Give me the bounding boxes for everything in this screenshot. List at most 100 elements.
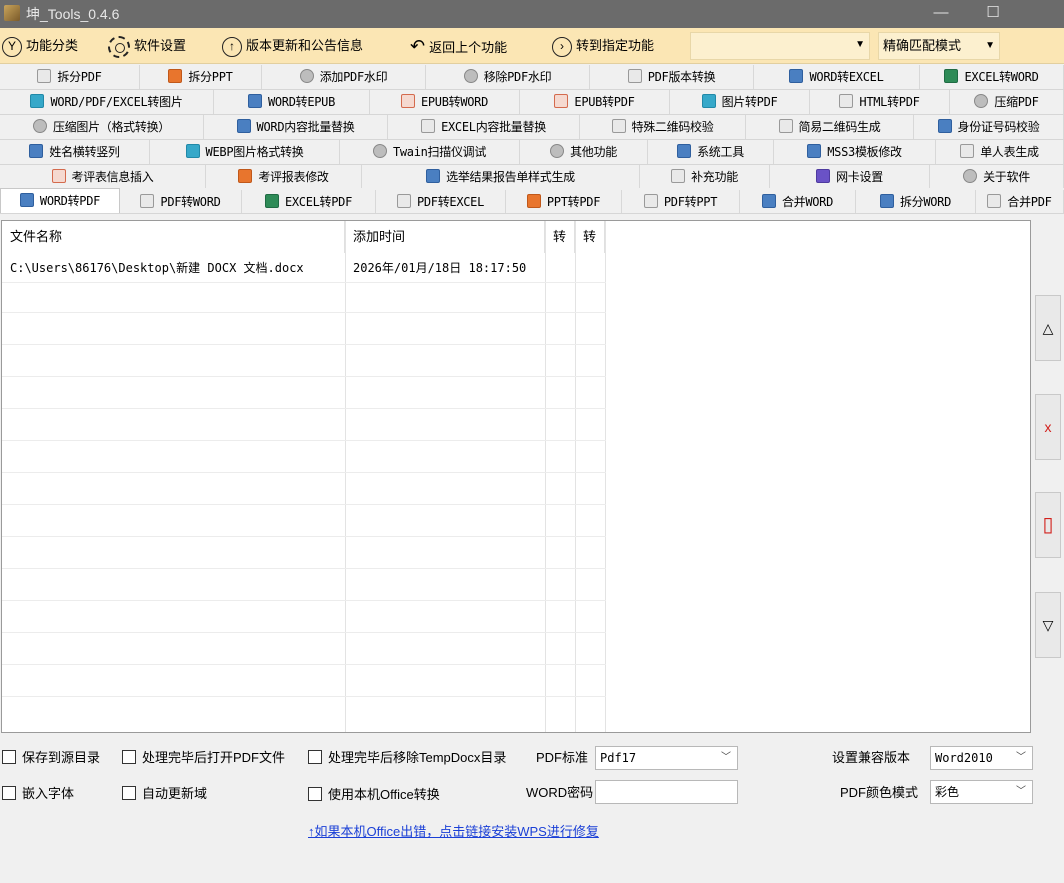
tab-election-report[interactable]: 选举结果报告单样式生成 [362,165,640,189]
tab-row-6: WORD转PDF PDF转WORD EXCEL转PDF PDF转EXCEL PP… [0,188,1064,214]
tab-epub-to-word[interactable]: EPUB转WORD [370,90,520,114]
table-row [2,475,606,505]
tab-id-number-check[interactable]: 身份证号码校验 [914,115,1064,139]
tab-word-batch-replace[interactable]: WORD内容批量替换 [204,115,388,139]
checkbox-box[interactable] [308,750,322,764]
tab-split-word[interactable]: 拆分WORD [856,190,976,213]
column-header-filename[interactable]: 文件名称 [2,221,345,253]
settings-button[interactable]: 软件设置 [108,34,186,58]
remove-button[interactable]: x [1035,394,1061,460]
tab-excel-to-word[interactable]: EXCEL转WORD [920,65,1064,89]
tab-about[interactable]: 关于软件 [930,165,1064,189]
tab-pdf-to-ppt[interactable]: PDF转PPT [622,190,740,213]
tab-other-functions[interactable]: 其他功能 [520,140,648,164]
chevron-down-icon[interactable]: ▼ [985,33,995,59]
table-row [2,635,606,665]
tab-twain-scanner[interactable]: Twain扫描仪调试 [340,140,520,164]
file-list-grid[interactable]: 文件名称 添加时间 转 转 C:\Users\86176\Desktop\新建 … [1,220,1031,733]
tab-mss3-template[interactable]: MSS3模板修改 [774,140,936,164]
tab-name-horizontal-to-vertical[interactable]: 姓名横转竖列 [0,140,150,164]
table-row[interactable]: C:\Users\86176\Desktop\新建 DOCX 文档.docx 2… [2,253,606,283]
chevron-down-icon[interactable]: ▼ [855,39,865,50]
tab-webp-convert[interactable]: WEBP图片格式转换 [150,140,340,164]
minimize-button[interactable]: — [928,2,954,24]
column-header-added-time[interactable]: 添加时间 [345,221,545,253]
tab-compress-pdf[interactable]: 压缩PDF [950,90,1064,114]
tab-add-pdf-watermark[interactable]: 添加PDF水印 [262,65,426,89]
compat-version-select[interactable]: Word2010 ﹀ [930,746,1033,770]
move-up-button[interactable]: △ [1035,295,1061,361]
remove-tempdocx-checkbox[interactable]: 处理完毕后移除TempDocx目录 [308,748,506,768]
window-title: 坤_Tools_0.4.6 [26,6,120,22]
tab-supplementary[interactable]: 补充功能 [640,165,770,189]
checkbox-box[interactable] [2,750,16,764]
word-password-input[interactable] [595,780,738,804]
tab-word-to-pdf[interactable]: WORD转PDF [0,188,120,213]
checkbox-box[interactable] [122,750,136,764]
tab-merge-pdf[interactable]: 合并PDF [976,190,1064,213]
checkbox-box[interactable] [122,786,136,800]
image-icon [30,94,45,108]
tab-system-tools[interactable]: 系统工具 [648,140,774,164]
word-file-icon [247,94,262,108]
tab-split-ppt[interactable]: 拆分PPT [140,65,262,89]
goto-button[interactable]: › 转到指定功能 [552,34,654,58]
pdf-file-icon [627,69,642,83]
match-mode-select[interactable]: 精确匹配模式 ▼ [878,32,1000,60]
tab-pdf-to-word[interactable]: PDF转WORD [120,190,242,213]
pdf-file-icon [37,69,52,83]
open-pdf-after-checkbox[interactable]: 处理完毕后打开PDF文件 [122,748,285,768]
tab-html-to-pdf[interactable]: HTML转PDF [810,90,950,114]
maximize-button[interactable]: ☐ [980,2,1006,24]
network-icon [816,169,831,183]
pdf-standard-select[interactable]: Pdf17 ﹀ [595,746,738,770]
column-header-convert-1[interactable]: 转 [545,221,575,253]
tab-ppt-to-pdf[interactable]: PPT转PDF [506,190,622,213]
auto-update-fields-checkbox[interactable]: 自动更新域 [122,784,207,804]
category-button[interactable]: Y 功能分类 [2,34,78,58]
back-label: 返回上个功能 [429,40,508,55]
tab-single-table[interactable]: 单人表生成 [936,140,1064,164]
clear-button[interactable]: ▯ [1035,492,1061,558]
tab-evaluation-insert[interactable]: 考评表信息插入 [0,165,206,189]
triangle-up-icon: △ [1042,320,1054,336]
tab-special-qrcode-check[interactable]: 特殊二维码校验 [580,115,746,139]
embed-fonts-checkbox[interactable]: 嵌入字体 [2,784,74,804]
scan-icon [611,119,626,133]
tab-excel-to-pdf[interactable]: EXCEL转PDF [242,190,376,213]
tab-simple-qrcode[interactable]: 简易二维码生成 [746,115,914,139]
tab-pdf-to-excel[interactable]: PDF转EXCEL [376,190,506,213]
use-local-office-checkbox[interactable]: 使用本机Office转换 [308,785,440,805]
form-icon [51,169,66,183]
tab-pdf-version[interactable]: PDF版本转换 [590,65,754,89]
tab-row-2: WORD/PDF/EXCEL转图片 WORD转EPUB EPUB转WORD EP… [0,90,1064,115]
checkbox-box[interactable] [2,786,16,800]
tab-word-to-excel[interactable]: WORD转EXCEL [754,65,920,89]
save-to-source-checkbox[interactable]: 保存到源目录 [2,748,100,768]
more-icon [550,144,565,158]
install-wps-repair-link[interactable]: ↑如果本机Office出错，点击链接安装WPS进行修复 [308,821,599,840]
checkbox-box[interactable] [308,787,322,801]
column-header-convert-2[interactable]: 转 [575,221,605,253]
tab-compress-image[interactable]: 压缩图片（格式转换） [0,115,204,139]
pdf-standard-label: PDF标准 [536,750,589,765]
tab-epub-to-pdf[interactable]: EPUB转PDF [520,90,670,114]
move-down-button[interactable]: ▽ [1035,592,1061,658]
tab-merge-word[interactable]: 合并WORD [740,190,856,213]
back-button[interactable]: ↶ 返回上个功能 [410,34,507,58]
undo-icon: ↶ [410,36,426,56]
tab-remove-pdf-watermark[interactable]: 移除PDF水印 [426,65,590,89]
tab-split-pdf[interactable]: 拆分PDF [0,65,140,89]
tab-office-to-image[interactable]: WORD/PDF/EXCEL转图片 [0,90,214,114]
gear-icon [677,144,692,158]
tab-excel-batch-replace[interactable]: EXCEL内容批量替换 [388,115,580,139]
tab-word-to-epub[interactable]: WORD转EPUB [214,90,370,114]
pdf-color-mode-select[interactable]: 彩色 ﹀ [930,780,1033,804]
tab-image-to-pdf[interactable]: 图片转PDF [670,90,810,114]
compress-icon [974,94,989,108]
tab-network-settings[interactable]: 网卡设置 [770,165,930,189]
updates-button[interactable]: ↑ 版本更新和公告信息 [222,34,363,58]
function-search-combo[interactable]: ▼ [690,32,870,60]
image-icon [185,144,200,158]
tab-evaluation-report-edit[interactable]: 考评报表修改 [206,165,362,189]
